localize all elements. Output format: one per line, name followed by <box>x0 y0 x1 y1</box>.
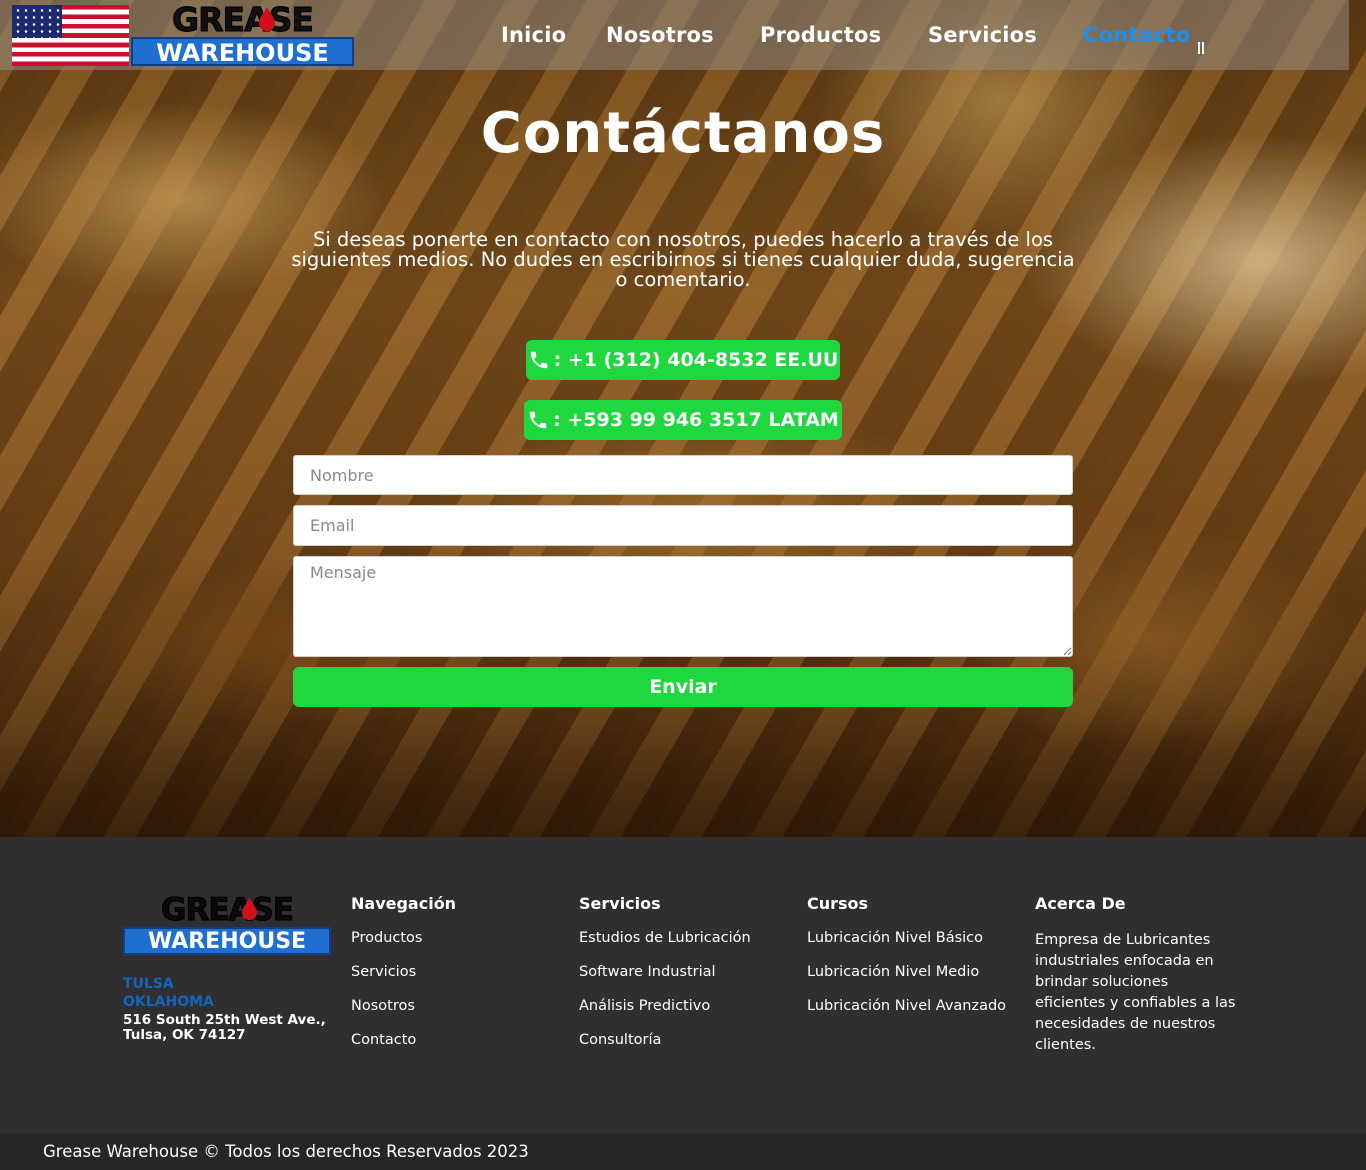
nav-nosotros[interactable]: Nosotros <box>606 18 714 52</box>
nav-servicios[interactable]: Servicios <box>928 18 1037 52</box>
page-title: Contáctanos <box>480 101 886 166</box>
footer-column-cursos: Cursos Lubricación Nivel Básico Lubricac… <box>807 893 1006 1030</box>
nav-inicio[interactable]: Inicio <box>501 18 566 52</box>
footer-link[interactable]: Lubricación Nivel Medio <box>807 962 1006 996</box>
footer-city-line: TULSA <box>123 976 174 992</box>
intro-text: Si deseas ponerte en contacto con nosotr… <box>291 228 1075 291</box>
footer-column-title: Acerca De <box>1035 894 1126 913</box>
phone-button-latam[interactable]: : +593 99 946 3517 LATAM <box>524 400 842 440</box>
footer-logo-wordmark-top: GREASE <box>161 892 295 928</box>
copyright-bar: Grease Warehouse © Todos los derechos Re… <box>0 1134 1366 1170</box>
footer-column-acerca: Acerca De Empresa de Lubricantes industr… <box>1035 893 1240 1056</box>
footer-column-servicios: Servicios Estudios de Lubricación Softwa… <box>579 893 751 1064</box>
footer-logo-wordmark-bottom: WAREHOUSE <box>123 927 331 955</box>
footer-link[interactable]: Lubricación Nivel Avanzado <box>807 996 1006 1030</box>
footer-link[interactable]: Productos <box>351 928 456 962</box>
email-field[interactable] <box>293 505 1073 546</box>
footer-link[interactable]: Software Industrial <box>579 962 751 996</box>
site-footer: GREASE WAREHOUSE TULSA OKLAHOMA 516 Sout… <box>0 837 1366 1134</box>
footer-link[interactable]: Lubricación Nivel Básico <box>807 928 1006 962</box>
site-header: GREASE WAREHOUSE Inicio Nosotros Product… <box>0 0 1349 70</box>
footer-address-line: Tulsa, OK 74127 <box>123 1027 246 1043</box>
footer-column-title: Servicios <box>579 894 661 913</box>
phone-label-latam: : +593 99 946 3517 LATAM <box>553 409 839 431</box>
footer-link[interactable]: Consultoría <box>579 1030 751 1064</box>
hero-fade <box>0 720 1366 837</box>
phone-button-usa[interactable]: : +1 (312) 404-8532 EE.UU <box>526 340 840 380</box>
message-field[interactable] <box>293 556 1073 657</box>
footer-column-title: Cursos <box>807 894 869 913</box>
name-field[interactable] <box>293 455 1073 495</box>
footer-address-line: 516 South 25th West Ave., <box>123 1012 326 1028</box>
footer-link[interactable]: Contacto <box>351 1030 456 1064</box>
footer-address: 516 South 25th West Ave., Tulsa, OK 7412… <box>123 1013 333 1043</box>
phone-label-usa: : +1 (312) 404-8532 EE.UU <box>553 349 839 371</box>
oil-drop-icon <box>242 897 257 921</box>
footer-link[interactable]: Estudios de Lubricación <box>579 928 751 962</box>
footer-city: TULSA OKLAHOMA <box>123 975 214 1011</box>
nav-contacto[interactable]: Contacto <box>1083 18 1191 52</box>
footer-link[interactable]: Análisis Predictivo <box>579 996 751 1030</box>
nav-productos[interactable]: Productos <box>760 18 881 52</box>
phone-icon <box>529 411 547 429</box>
footer-state-line: OKLAHOMA <box>123 994 214 1010</box>
footer-logo[interactable]: GREASE WAREHOUSE <box>123 892 331 956</box>
footer-about-text: Empresa de Lubricantes industriales enfo… <box>1035 932 1236 1053</box>
send-button[interactable]: Enviar <box>293 667 1073 707</box>
footer-link[interactable]: Servicios <box>351 962 456 996</box>
text-cursor-icon <box>1198 42 1206 56</box>
phone-icon <box>530 351 547 369</box>
footer-column-navegacion: Navegación Productos Servicios Nosotros … <box>351 893 456 1064</box>
copyright-text: Grease Warehouse © Todos los derechos Re… <box>43 1142 529 1161</box>
footer-column-title: Navegación <box>351 894 457 913</box>
footer-link[interactable]: Nosotros <box>351 996 456 1030</box>
main-nav: Inicio Nosotros Productos Servicios Cont… <box>0 18 1349 52</box>
